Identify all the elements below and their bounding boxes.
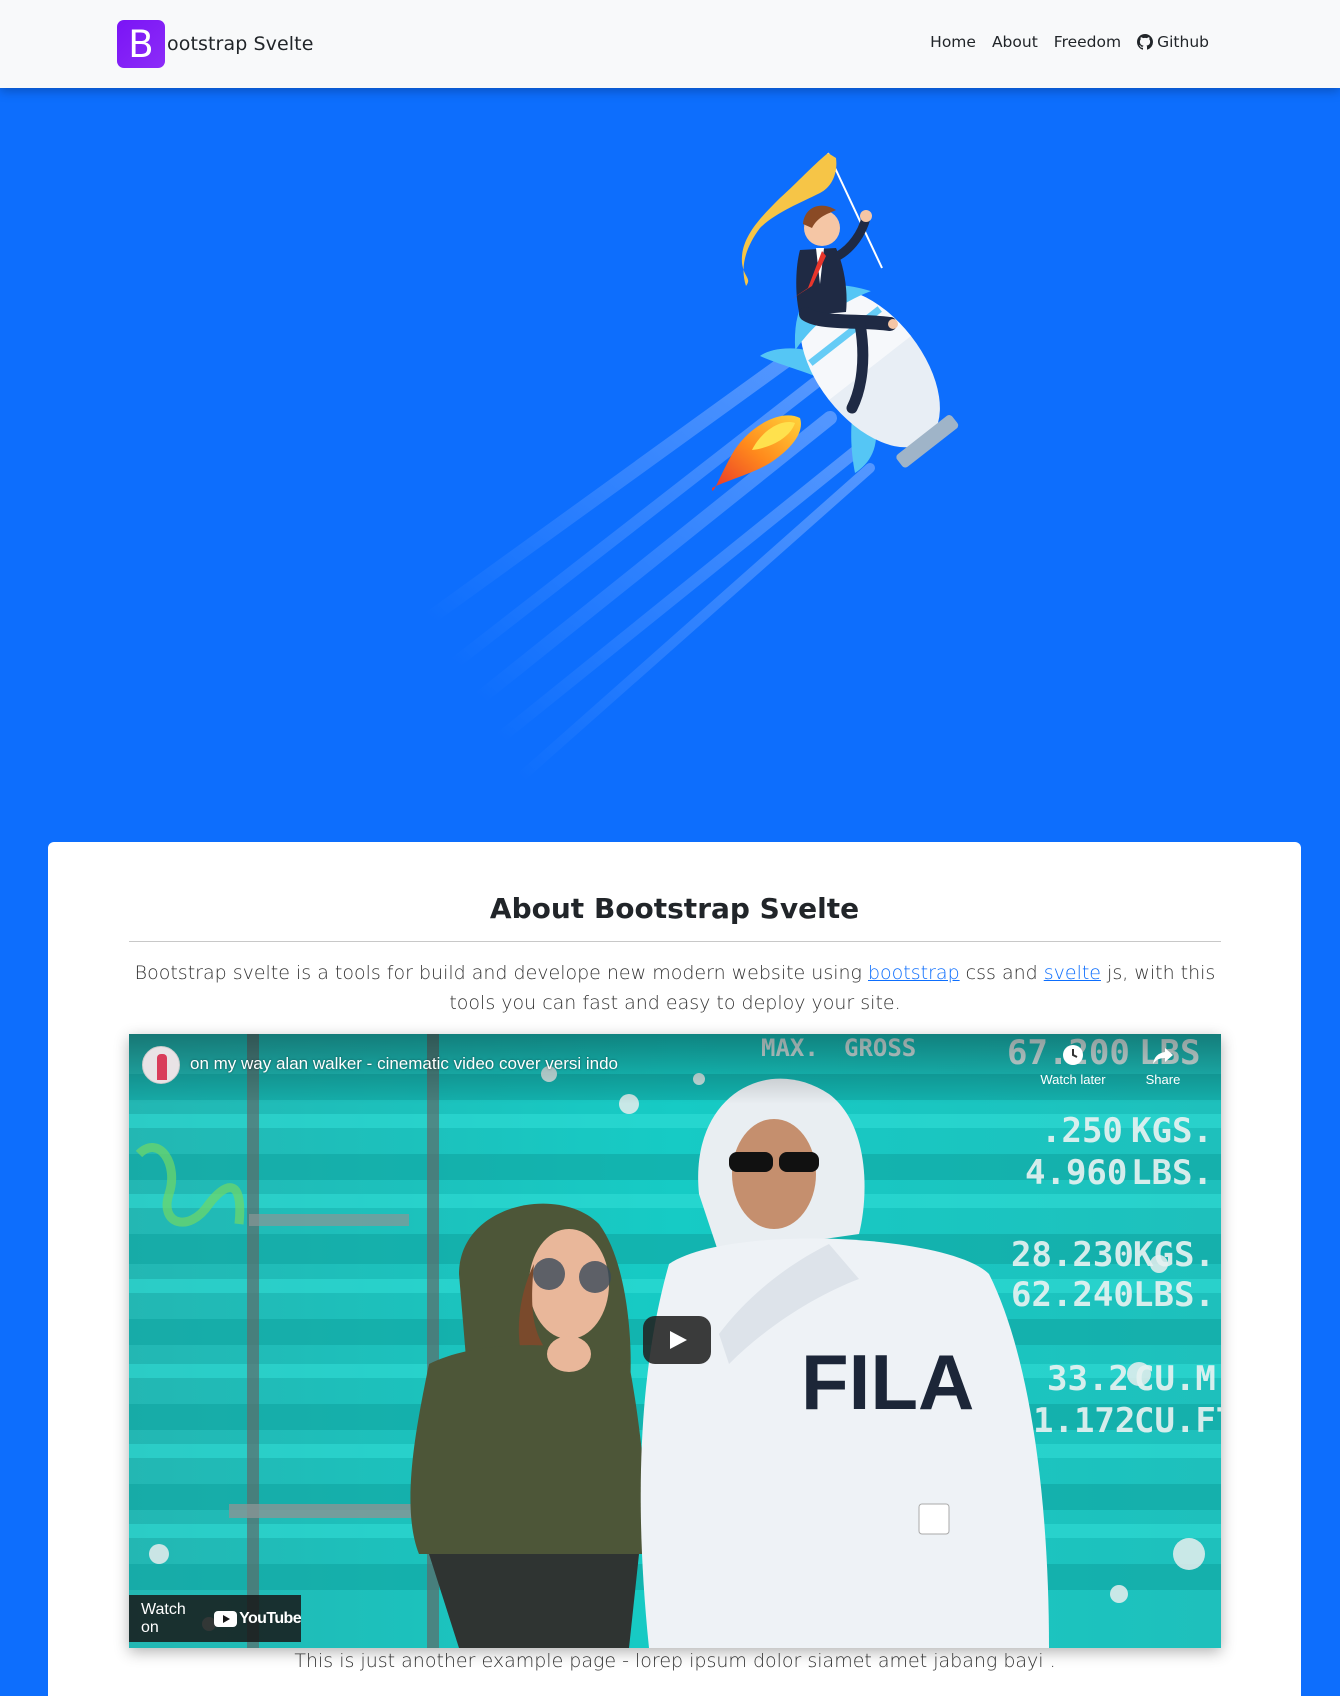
share-icon	[1123, 1044, 1203, 1072]
nav-link-about[interactable]: About	[992, 33, 1038, 51]
watch-later-button[interactable]: Watch later	[1033, 1044, 1113, 1087]
watch-on-label: Watch on	[141, 1600, 186, 1636]
nav-link-github-label: Github	[1157, 33, 1209, 51]
stencil-332: 33.2	[1047, 1359, 1129, 1399]
rocket-illustration	[423, 152, 959, 783]
youtube-embed[interactable]: MAX. GROSS 67.200 LBS .250 KGS. 4.960 LB…	[129, 1034, 1221, 1648]
brand-text: ootstrap Svelte	[167, 33, 314, 55]
clock-icon	[1033, 1044, 1113, 1072]
about-desc-middle: css and	[959, 962, 1044, 984]
stencil-cum: CU.M.	[1134, 1359, 1221, 1399]
nav-link-github[interactable]: Github	[1137, 33, 1209, 51]
youtube-logo-icon: YouTube	[214, 1609, 302, 1628]
hoodie-logo: FILA	[801, 1338, 974, 1426]
nav-links: Home About Freedom Github	[914, 33, 1209, 51]
svelte-link[interactable]: svelte	[1044, 962, 1101, 984]
stencil-kgs-1: KGS.	[1131, 1111, 1213, 1151]
share-label: Share	[1145, 1072, 1181, 1087]
channel-avatar[interactable]	[142, 1046, 180, 1084]
about-title: About Bootstrap Svelte	[489, 892, 860, 925]
speed-trails	[423, 351, 875, 783]
stencil-lbs-2: LBS.	[1131, 1153, 1213, 1193]
github-icon	[1137, 34, 1154, 50]
stencil-4960: 4.960	[1025, 1153, 1127, 1193]
brand-link[interactable]: B ootstrap Svelte	[117, 20, 314, 68]
nav-link-freedom[interactable]: Freedom	[1054, 33, 1121, 51]
stencil-lbs-3: LBS.	[1133, 1275, 1215, 1315]
navbar: B ootstrap Svelte Home About Freedom Git…	[0, 0, 1340, 88]
about-description: Bootstrap svelte is a tools for build an…	[129, 958, 1221, 1018]
bootstrap-link[interactable]: bootstrap	[868, 962, 960, 984]
share-button[interactable]: Share	[1123, 1044, 1203, 1087]
bootstrap-logo-icon: B	[117, 20, 165, 68]
play-button[interactable]	[643, 1316, 711, 1364]
watch-on-youtube-button[interactable]: Watch on YouTube	[129, 1595, 302, 1642]
hero-section	[0, 88, 1340, 848]
nav-link-home[interactable]: Home	[930, 33, 976, 51]
stencil-28230: 28.230	[1011, 1235, 1134, 1275]
about-footer-text: This is just another example page - lore…	[294, 1650, 1056, 1672]
youtube-logo-text: YouTube	[239, 1609, 301, 1627]
stencil-250: .250	[1041, 1111, 1123, 1151]
video-title[interactable]: on my way alan walker - cinematic video …	[190, 1054, 618, 1074]
divider	[129, 941, 1221, 942]
about-desc-before: Bootstrap svelte is a tools for build an…	[134, 962, 868, 984]
stencil-1172: 1.172	[1033, 1401, 1135, 1441]
stencil-62240: 62.240	[1011, 1275, 1134, 1315]
about-card: About Bootstrap Svelte Bootstrap svelte …	[48, 842, 1301, 1696]
stencil-cuft: CU.FT	[1134, 1401, 1221, 1441]
stencil-kgs-2: KGS.	[1133, 1235, 1215, 1275]
watch-later-label: Watch later	[1040, 1072, 1106, 1087]
